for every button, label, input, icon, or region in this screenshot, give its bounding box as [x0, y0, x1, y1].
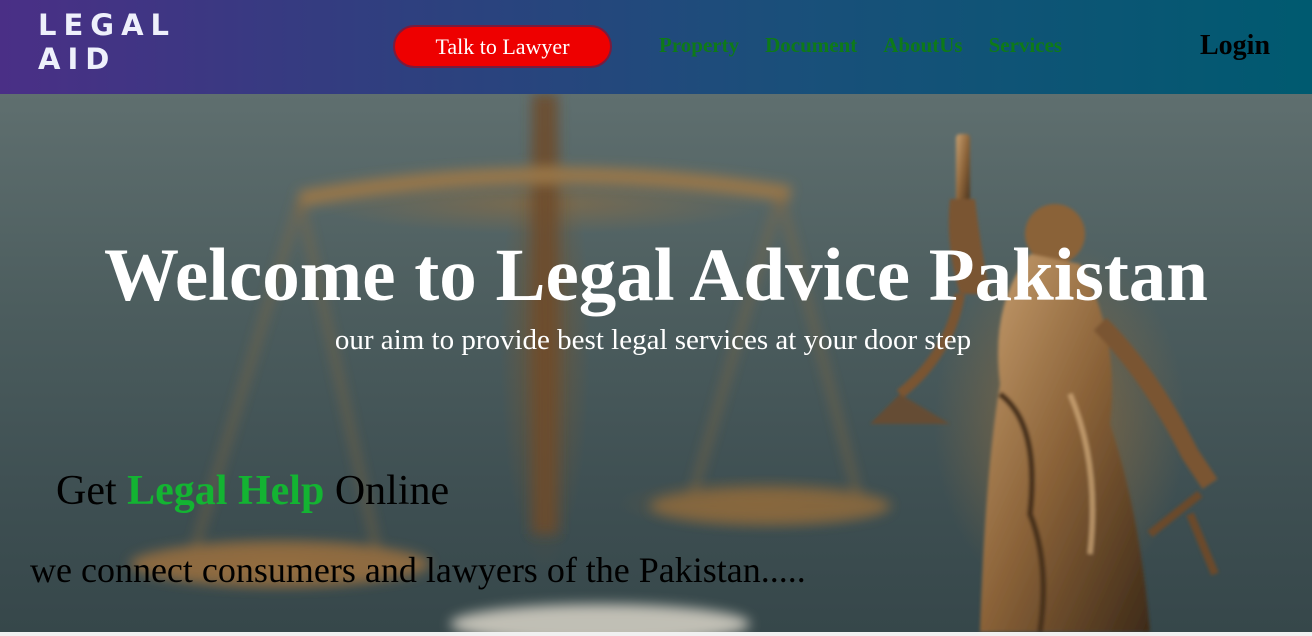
- logo-line-2: AID: [38, 42, 117, 76]
- talk-to-lawyer-button[interactable]: Talk to Lawyer: [393, 25, 612, 68]
- tagline-prefix: Get: [56, 468, 117, 514]
- nav-link-property[interactable]: Property: [659, 33, 739, 61]
- page-bottom-divider: [0, 632, 1312, 636]
- hero-subtitle: our aim to provide best legal services a…: [334, 324, 972, 356]
- hero-banner: Welcome to Legal Advice Pakistan our aim…: [0, 94, 1312, 632]
- top-navbar: LEGAL AID Talk to Lawyer Property Docume…: [0, 0, 1312, 94]
- nav-link-document[interactable]: Document: [765, 33, 857, 61]
- nav-link-aboutus[interactable]: AboutUs: [883, 33, 962, 61]
- logo[interactable]: LEGAL AID: [38, 8, 177, 76]
- legal-help-tagline: Get Legal Help Online: [56, 467, 449, 515]
- login-link[interactable]: Login: [1200, 30, 1270, 62]
- tagline-suffix: Online: [334, 468, 450, 514]
- logo-line-1: LEGAL: [38, 8, 177, 42]
- nav-link-services[interactable]: Services: [989, 33, 1062, 61]
- hero-description: we connect consumers and lawyers of the …: [30, 550, 806, 590]
- hero-title: Welcome to Legal Advice Pakistan: [103, 234, 1209, 317]
- tagline-highlight: Legal Help: [127, 468, 325, 514]
- main-nav: Property Document AboutUs Services: [659, 33, 1088, 61]
